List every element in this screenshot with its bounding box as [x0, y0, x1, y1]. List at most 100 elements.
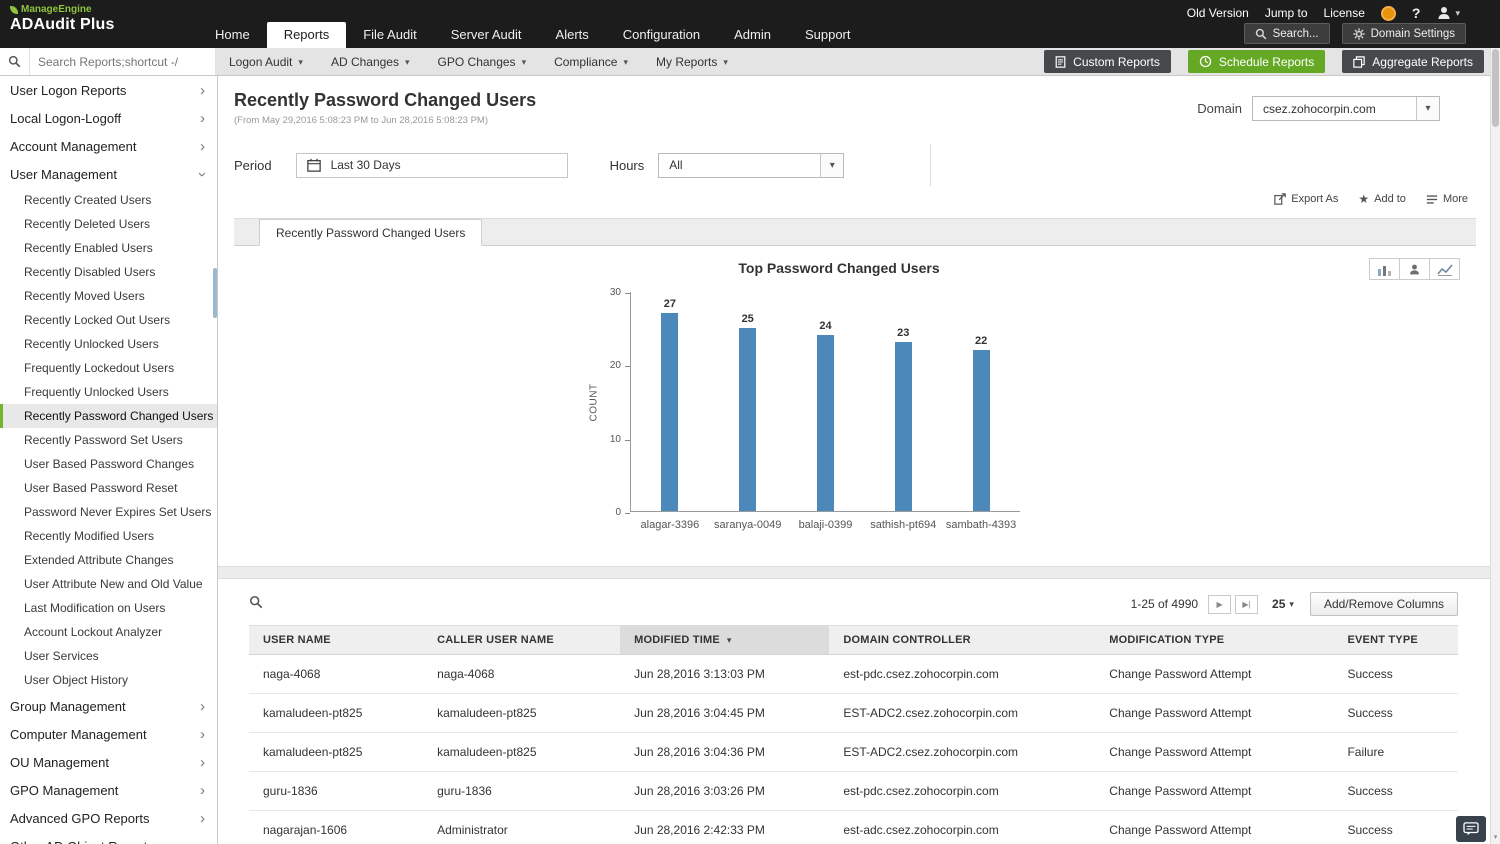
menu-compliance[interactable]: Compliance ▾: [540, 48, 642, 75]
sidebar-group-advanced-gpo-reports[interactable]: Advanced GPO Reports ›: [0, 804, 217, 832]
next-page-button[interactable]: ▶: [1208, 595, 1231, 614]
sidebar-group-group-management[interactable]: Group Management ›: [0, 692, 217, 720]
summary-view-button[interactable]: [1399, 258, 1430, 280]
sidebar-scrollbar[interactable]: [213, 268, 217, 318]
sidebar-group-ou-management[interactable]: OU Management ›: [0, 748, 217, 776]
chart-y-axis-label: COUNT: [586, 292, 602, 512]
hours-select[interactable]: All ▾: [658, 153, 844, 178]
chart-bar[interactable]: [895, 342, 912, 511]
sidebar-item-extended-attribute-changes[interactable]: Extended Attribute Changes: [0, 548, 217, 572]
sidebar-group-other-ad-object-reports[interactable]: Other AD Object Reports ›: [0, 832, 217, 844]
sidebar-item-account-lockout-analyzer[interactable]: Account Lockout Analyzer: [0, 620, 217, 644]
sidebar-group-local-logon-logoff[interactable]: Local Logon-Logoff ›: [0, 104, 217, 132]
period-picker[interactable]: Last 30 Days: [296, 153, 568, 178]
scrollbar-thumb[interactable]: [1492, 49, 1499, 127]
sidebar-item-recently-moved-users[interactable]: Recently Moved Users: [0, 284, 217, 308]
column-header-user-name[interactable]: USER NAME: [249, 626, 423, 655]
nav-file-audit[interactable]: File Audit: [346, 22, 433, 48]
jump-to-link[interactable]: Jump to: [1265, 6, 1308, 20]
nav-server-audit[interactable]: Server Audit: [434, 22, 539, 48]
page-size-select[interactable]: 25 ▾: [1272, 597, 1294, 611]
add-to-link[interactable]: ★ Add to: [1358, 193, 1406, 205]
chart-bar[interactable]: [661, 313, 678, 511]
table-search-button[interactable]: [249, 595, 263, 614]
sidebar-item-recently-modified-users[interactable]: Recently Modified Users: [0, 524, 217, 548]
hours-value: All: [659, 158, 682, 172]
sidebar-item-frequently-unlocked-users[interactable]: Frequently Unlocked Users: [0, 380, 217, 404]
menu-logon-audit[interactable]: Logon Audit ▾: [215, 48, 317, 75]
report-search-icon-box[interactable]: [0, 48, 30, 75]
column-header-event-type[interactable]: EVENT TYPE: [1333, 626, 1458, 655]
nav-reports[interactable]: Reports: [267, 22, 347, 48]
chevron-down-icon: ▾: [723, 48, 728, 76]
nav-configuration[interactable]: Configuration: [606, 22, 717, 48]
last-page-button[interactable]: ▶|: [1235, 595, 1258, 614]
sidebar-item-recently-enabled-users[interactable]: Recently Enabled Users: [0, 236, 217, 260]
domain-select[interactable]: csez.zohocorpin.com ▾: [1252, 96, 1440, 121]
column-header-modified-time[interactable]: MODIFIED TIME▾: [620, 626, 829, 655]
chart-bar[interactable]: [973, 350, 990, 511]
column-header-caller-user-name[interactable]: CALLER USER NAME: [423, 626, 620, 655]
sidebar-item-user-attribute-new-and-old-value[interactable]: User Attribute New and Old Value: [0, 572, 217, 596]
menu-my-reports[interactable]: My Reports ▾: [642, 48, 742, 75]
chevron-right-icon: ›: [200, 83, 205, 98]
sidebar-item-user-object-history[interactable]: User Object History: [0, 668, 217, 692]
cell-event-type: Success: [1333, 772, 1458, 811]
help-icon[interactable]: ?: [1412, 5, 1421, 21]
sidebar-item-frequently-lockedout-users[interactable]: Frequently Lockedout Users: [0, 356, 217, 380]
sidebar-group-gpo-management[interactable]: GPO Management ›: [0, 776, 217, 804]
chart-bar[interactable]: [817, 335, 834, 511]
sidebar-item-recently-locked-out-users[interactable]: Recently Locked Out Users: [0, 308, 217, 332]
chevron-down-icon: ▾: [522, 48, 527, 76]
sidebar-item-recently-unlocked-users[interactable]: Recently Unlocked Users: [0, 332, 217, 356]
domain-settings-button[interactable]: Domain Settings: [1342, 23, 1466, 44]
license-link[interactable]: License: [1324, 6, 1365, 20]
user-menu[interactable]: ▾: [1436, 5, 1460, 21]
sidebar-item-recently-created-users[interactable]: Recently Created Users: [0, 188, 217, 212]
schedule-reports-label: Schedule Reports: [1219, 55, 1314, 69]
sidebar-group-computer-management[interactable]: Computer Management ›: [0, 720, 217, 748]
sidebar-item-password-never-expires-set-users[interactable]: Password Never Expires Set Users: [0, 500, 217, 524]
bar-chart-view-button[interactable]: [1369, 258, 1400, 280]
sidebar-group-user-management[interactable]: User Management ›: [0, 160, 217, 188]
add-remove-columns-button[interactable]: Add/Remove Columns: [1310, 592, 1458, 616]
schedule-reports-button[interactable]: Schedule Reports: [1188, 50, 1325, 73]
nav-home[interactable]: Home: [198, 22, 267, 48]
sidebar-item-last-modification-on-users[interactable]: Last Modification on Users: [0, 596, 217, 620]
column-header-domain-controller[interactable]: DOMAIN CONTROLLER: [829, 626, 1095, 655]
bar-category-label: alagar-3396: [641, 519, 700, 531]
sidebar-item-recently-password-set-users[interactable]: Recently Password Set Users: [0, 428, 217, 452]
line-chart-view-button[interactable]: [1429, 258, 1460, 280]
old-version-link[interactable]: Old Version: [1187, 6, 1249, 20]
sidebar-item-recently-password-changed-users[interactable]: Recently Password Changed Users: [0, 404, 217, 428]
column-header-modification-type[interactable]: MODIFICATION TYPE: [1095, 626, 1333, 655]
nav-support[interactable]: Support: [788, 22, 868, 48]
sidebar-group-account-management[interactable]: Account Management ›: [0, 132, 217, 160]
sidebar-item-user-based-password-changes[interactable]: User Based Password Changes: [0, 452, 217, 476]
feedback-icon[interactable]: [1381, 6, 1396, 21]
sidebar-item-user-based-password-reset[interactable]: User Based Password Reset: [0, 476, 217, 500]
scroll-down-arrow[interactable]: ▾: [1491, 832, 1500, 844]
app-logo[interactable]: ManageEngine ADAudit Plus: [10, 4, 115, 34]
more-link[interactable]: More: [1426, 193, 1468, 205]
sidebar-group-user-logon-reports[interactable]: User Logon Reports ›: [0, 76, 217, 104]
chat-feedback-button[interactable]: [1456, 816, 1486, 842]
menu-gpo-changes[interactable]: GPO Changes ▾: [424, 48, 541, 75]
global-search-button[interactable]: Search...: [1244, 23, 1330, 44]
sidebar-item-recently-disabled-users[interactable]: Recently Disabled Users: [0, 260, 217, 284]
chart-bar[interactable]: [739, 328, 756, 511]
cell-event-type: Success: [1333, 655, 1458, 694]
report-search-input[interactable]: [30, 48, 215, 75]
nav-admin[interactable]: Admin: [717, 22, 788, 48]
nav-alerts[interactable]: Alerts: [539, 22, 606, 48]
sidebar-item-recently-deleted-users[interactable]: Recently Deleted Users: [0, 212, 217, 236]
aggregate-reports-button[interactable]: Aggregate Reports: [1342, 50, 1484, 73]
export-as-link[interactable]: Export As: [1274, 193, 1338, 205]
menu-ad-changes[interactable]: AD Changes ▾: [317, 48, 424, 75]
clock-icon: [1199, 55, 1212, 68]
custom-reports-button[interactable]: Custom Reports: [1044, 50, 1171, 73]
page-scrollbar[interactable]: ▾: [1490, 48, 1500, 844]
sidebar-item-user-services[interactable]: User Services: [0, 644, 217, 668]
group-label: GPO Management: [10, 783, 118, 798]
tab-recently-password-changed-users[interactable]: Recently Password Changed Users: [259, 219, 482, 246]
